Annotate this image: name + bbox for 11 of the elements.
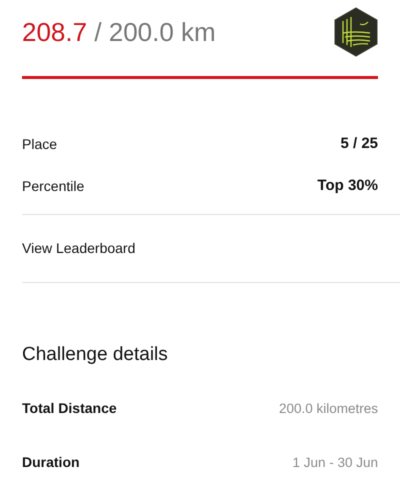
row-value: Top 30% [317, 177, 378, 194]
row-value: 5 / 25 [340, 135, 378, 152]
leaderboard-link[interactable]: View Leaderboard [22, 215, 378, 282]
row-label: Duration [22, 454, 80, 470]
row-value: 1 Jun - 30 Jun [292, 454, 378, 470]
row-label: Percentile [22, 178, 84, 194]
row-label: Total Distance [22, 400, 117, 416]
row-value: 200.0 kilometres [278, 400, 378, 416]
row-label: Place [22, 136, 58, 152]
section-heading: Challenge details [22, 344, 169, 366]
badge-icon [334, 7, 378, 57]
